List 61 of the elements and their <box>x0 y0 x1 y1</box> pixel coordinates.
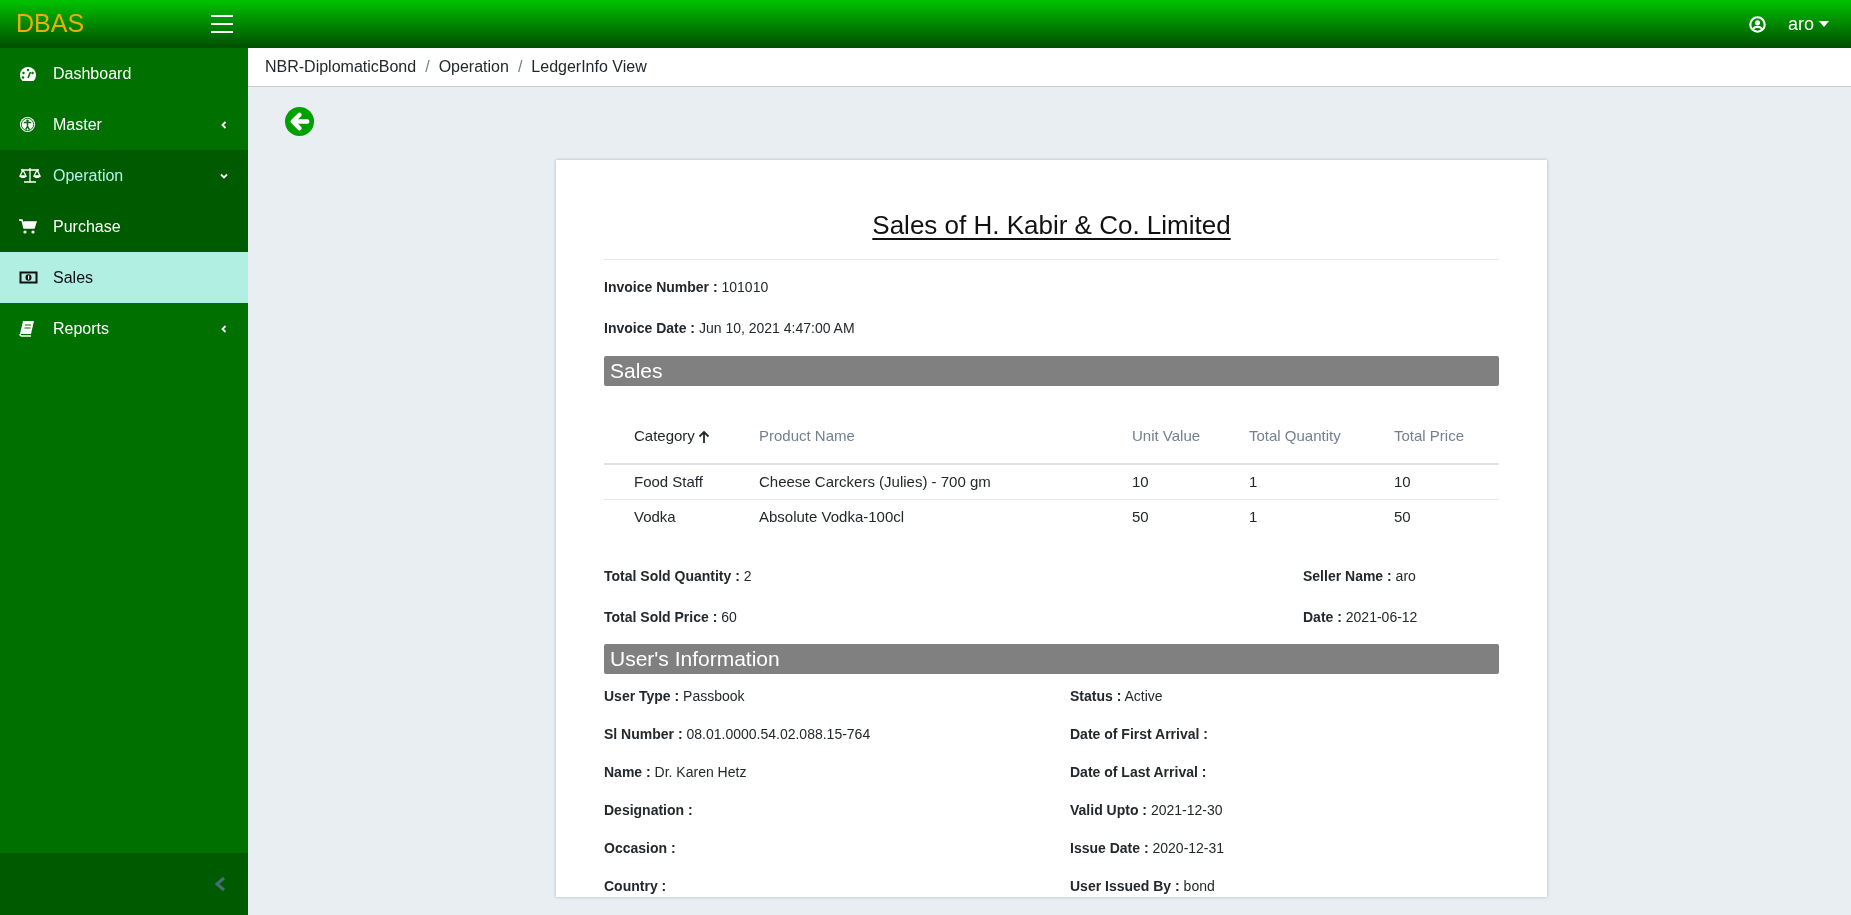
field-text: Sl Number : 08.01.0000.54.02.088.15-764 <box>604 725 872 744</box>
field-text: User Issued By : bond <box>1070 877 1216 896</box>
table-cell: 10 <box>1132 464 1249 499</box>
field-text: Issue Date : 2020-12-31 <box>1070 839 1226 858</box>
breadcrumb-link[interactable]: Operation <box>438 55 509 79</box>
field-text: Date of Last Arrival : <box>1070 763 1208 782</box>
user-menu-button[interactable]: aro <box>1788 10 1829 38</box>
field-text: Invoice Date : Jun 10, 2021 4:47:00 AM <box>604 319 856 338</box>
table-cell: Absolute Vodka-100cl <box>759 499 1132 534</box>
table-cell: Vodka <box>604 499 759 534</box>
section-heading: Sales <box>604 356 1499 386</box>
table-cell: Cheese Carckers (Julies) - 700 gm <box>759 464 1132 499</box>
person-circle-icon <box>19 116 36 133</box>
sidebar-item[interactable]: Operation <box>0 150 248 201</box>
sidebar-item[interactable]: Master <box>0 99 248 150</box>
column-header[interactable]: Total Price <box>1394 410 1499 464</box>
user-icon[interactable] <box>1749 15 1766 33</box>
field-text: User Type : Passbook <box>604 687 746 706</box>
chevron-left-icon <box>220 120 228 129</box>
table-cell: 10 <box>1394 464 1499 499</box>
balance-scale-icon <box>19 167 41 184</box>
table-cell: 50 <box>1394 499 1499 534</box>
section-heading: User's Information <box>604 644 1499 674</box>
column-header[interactable]: Product Name <box>759 410 1132 464</box>
field-text: Designation : <box>604 801 694 820</box>
caret-icon <box>1819 21 1829 27</box>
table-cell: Food Staff <box>604 464 759 499</box>
money-bill-icon <box>19 271 38 284</box>
shopping-cart-icon <box>19 219 37 234</box>
table-cell: 1 <box>1249 464 1394 499</box>
table-cell: 1 <box>1249 499 1394 534</box>
chevron-down-icon <box>220 171 228 180</box>
menu-icon[interactable] <box>210 14 234 34</box>
sidebar-item[interactable]: Reports <box>0 303 248 354</box>
field-text: Country : <box>604 877 668 896</box>
sidebar-item[interactable]: Dashboard <box>0 48 248 99</box>
field-text: Seller Name : aro <box>1303 567 1417 586</box>
card-title: Sales of H. Kabir & Co. Limited <box>872 209 1231 242</box>
sidebar-item[interactable]: Purchase <box>0 201 248 252</box>
sort-arrow-up-icon <box>697 429 710 444</box>
dashboard-gauge-icon <box>19 65 37 82</box>
column-header[interactable]: Unit Value <box>1132 410 1249 464</box>
column-header[interactable]: Total Quantity <box>1249 410 1394 464</box>
field-text: Total Sold Quantity : 2 <box>604 567 752 586</box>
field-text: Date : 2021-06-12 <box>1303 608 1419 627</box>
sidebar-item[interactable]: Sales <box>0 252 248 303</box>
field-text: Occasion : <box>604 839 677 858</box>
table-cell: 50 <box>1132 499 1249 534</box>
field-text: Date of First Arrival : <box>1070 725 1209 744</box>
breadcrumb-separator: / <box>424 57 431 77</box>
breadcrumb-separator: / <box>516 57 524 77</box>
field-text: Status : Active <box>1070 687 1164 706</box>
chevron-left-icon <box>220 324 228 333</box>
breadcrumb-link[interactable]: LedgerInfo View <box>531 55 647 79</box>
column-header[interactable]: Category <box>604 410 759 464</box>
field-text: Total Sold Price : 60 <box>604 608 738 627</box>
field-text: Valid Upto : 2021-12-30 <box>1070 801 1224 820</box>
book-icon <box>19 320 35 337</box>
field-text: Name : Dr. Karen Hetz <box>604 763 748 782</box>
breadcrumb-link[interactable]: NBR-DiplomaticBond <box>265 55 417 79</box>
field-text: Invoice Number : 101010 <box>604 278 770 297</box>
